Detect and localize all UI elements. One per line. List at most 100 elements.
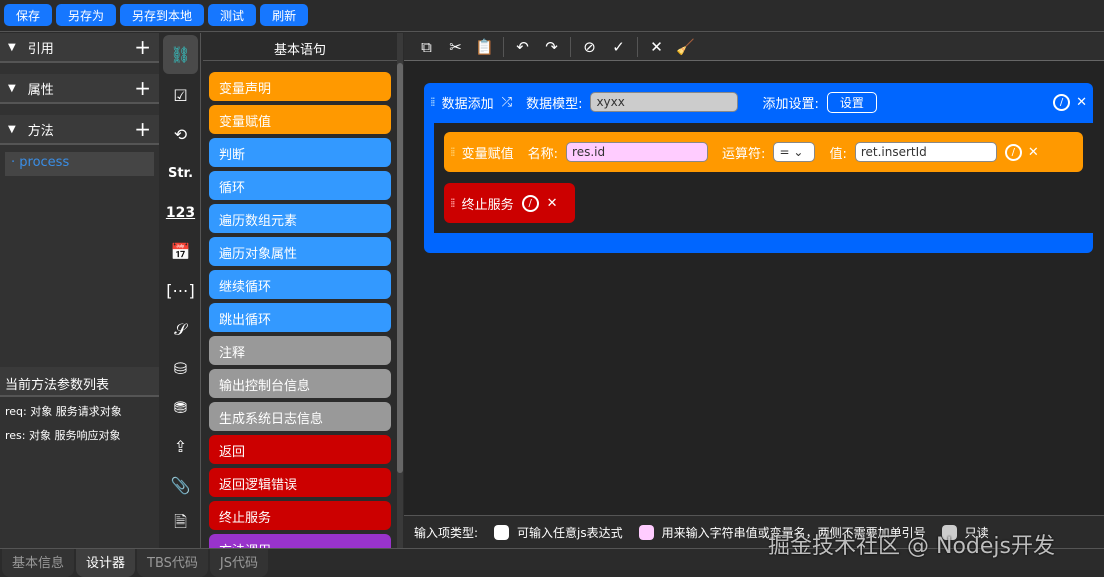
settings-button[interactable]: 设置 (827, 92, 877, 113)
palette-item[interactable]: 跳出循环 (209, 303, 391, 332)
checklist-icon[interactable]: ☑ (161, 76, 200, 115)
edit-icon[interactable]: / (522, 195, 539, 212)
tab-tbs-code[interactable]: TBS代码 (137, 549, 208, 577)
close-icon[interactable]: ✕ (1028, 145, 1039, 160)
block-variable-assign[interactable]: ⁞⁞ 变量赋值 名称: res.id 运算符: = ⌄ 值: ret.inser… (444, 132, 1083, 172)
section-label: 属性 (28, 79, 54, 98)
legend-item: 可输入任意js表达式 (517, 524, 623, 541)
flow-icon[interactable]: ⛓ (163, 35, 198, 74)
legend-label: 输入项类型: (414, 524, 478, 541)
swatch-white (494, 525, 509, 540)
param-item: res: 对象 服务响应对象 (0, 421, 159, 445)
close-icon[interactable]: ✕ (1076, 95, 1087, 110)
block-stop-service[interactable]: ⁞⁞ 终止服务 / ✕ (444, 183, 575, 223)
statement-palette: 基本语句 变量声明变量赋值判断循环遍历数组元素遍历对象属性继续循环跳出循环注释输… (203, 33, 397, 548)
block-data-add[interactable]: ⁞⁞ 数据添加 ⤮ 数据模型: xyxx 添加设置: 设置 / ✕ ⁞⁞ 变量赋值… (424, 83, 1093, 253)
number-icon[interactable]: 123 (161, 193, 200, 232)
palette-item[interactable]: 返回逻辑错误 (209, 468, 391, 497)
block-title: 终止服务 (462, 194, 514, 213)
save-as-button[interactable]: 另存为 (56, 4, 116, 26)
palette-item[interactable]: 生成系统日志信息 (209, 402, 391, 431)
calendar-icon[interactable]: 📅 (161, 232, 200, 271)
palette-item[interactable]: 终止服务 (209, 501, 391, 530)
tab-basic-info[interactable]: 基本信息 (2, 549, 74, 577)
caret-down-icon: ▼ (8, 83, 16, 94)
check-icon[interactable]: ✓ (604, 38, 633, 56)
palette-scrollbar[interactable] (397, 33, 403, 548)
add-icon[interactable]: + (134, 35, 151, 59)
shuffle-icon[interactable]: ⤮ (502, 95, 512, 110)
drag-handle-icon[interactable]: ⁞⁞ (430, 95, 434, 109)
document-icon[interactable]: 🗎 (161, 505, 200, 544)
save-local-button[interactable]: 另存到本地 (120, 4, 204, 26)
operator-select[interactable]: = ⌄ (773, 142, 815, 162)
model-label: 数据模型: (526, 93, 582, 112)
palette-item[interactable]: 输出控制台信息 (209, 369, 391, 398)
add-icon[interactable]: + (134, 76, 151, 100)
section-label: 方法 (28, 120, 54, 139)
tab-designer[interactable]: 设计器 (76, 549, 135, 577)
test-button[interactable]: 测试 (208, 4, 256, 26)
palette-title: 基本语句 (203, 33, 397, 61)
clear-icon[interactable]: 🧹 (671, 38, 700, 56)
copy-icon[interactable]: ⧉ (412, 38, 441, 56)
paperclip-icon[interactable]: 📎 (161, 466, 200, 505)
loop-icon[interactable]: ⟲ (161, 115, 200, 154)
palette-item[interactable]: 变量赋值 (209, 105, 391, 134)
undo-icon[interactable]: ↶ (508, 38, 537, 56)
swatch-pink (639, 525, 654, 540)
palette-item[interactable]: 方法调用 (209, 534, 391, 548)
top-toolbar: 保存 另存为 另存到本地 测试 刷新 (0, 0, 1104, 32)
delete-icon[interactable]: ✕ (642, 38, 671, 56)
palette-item[interactable]: 注释 (209, 336, 391, 365)
palette-item[interactable]: 判断 (209, 138, 391, 167)
edit-icon[interactable]: ⊘ (575, 38, 604, 56)
block-title: 数据添加 (442, 93, 494, 112)
left-panel: ▼ 引用 + ▼ 属性 + ▼ 方法 + · process 当前方法参数列表 req: 对… (0, 33, 159, 548)
cut-icon[interactable]: ✂ (441, 38, 470, 56)
operator-label: 运算符: (722, 143, 765, 162)
operator-value: = (779, 145, 789, 159)
edit-icon[interactable]: / (1005, 144, 1022, 161)
section-label: 引用 (28, 38, 54, 57)
watermark: 掘金技术社区 @ Nodejs开发 (768, 528, 1055, 560)
drag-handle-icon[interactable]: ⁞⁞ (450, 145, 454, 159)
block-title: 变量赋值 (462, 143, 514, 162)
method-item-process[interactable]: · process (5, 152, 154, 176)
section-references[interactable]: ▼ 引用 + (0, 33, 159, 63)
caret-down-icon: ▼ (8, 124, 16, 135)
settings-label: 添加设置: (762, 93, 818, 112)
add-icon[interactable]: + (134, 117, 151, 141)
database-icon[interactable]: ⛁ (161, 349, 200, 388)
palette-item[interactable]: 循环 (209, 171, 391, 200)
script-icon[interactable]: 𝒮 (161, 310, 200, 349)
value-input[interactable]: ret.insertId (855, 142, 997, 162)
params-panel: 当前方法参数列表 req: 对象 服务请求对象 res: 对象 服务响应对象 (0, 367, 159, 445)
paste-icon[interactable]: 📋 (470, 38, 499, 56)
block-body: ⁞⁞ 变量赋值 名称: res.id 运算符: = ⌄ 值: ret.inser… (434, 123, 1093, 233)
section-methods[interactable]: ▼ 方法 + (0, 115, 159, 145)
caret-down-icon: ▼ (8, 42, 16, 53)
edit-icon[interactable]: / (1053, 94, 1070, 111)
redo-icon[interactable]: ↷ (537, 38, 566, 56)
palette-item[interactable]: 遍历对象属性 (209, 237, 391, 266)
export-icon[interactable]: ⇪ (161, 427, 200, 466)
canvas-toolbar: ⧉✂📋 ↶↷ ⊘✓ ✕🧹 (404, 33, 1104, 61)
refresh-button[interactable]: 刷新 (260, 4, 308, 26)
tab-js-code[interactable]: JS代码 (210, 549, 268, 577)
save-button[interactable]: 保存 (4, 4, 52, 26)
brackets-icon[interactable]: [⋯] (161, 271, 200, 310)
design-canvas: ⧉✂📋 ↶↷ ⊘✓ ✕🧹 ⁞⁞ 数据添加 ⤮ 数据模型: xyxx 添加设置: … (404, 33, 1104, 548)
name-input[interactable]: res.id (566, 142, 708, 162)
drag-handle-icon[interactable]: ⁞⁞ (450, 196, 454, 210)
close-icon[interactable]: ✕ (547, 196, 558, 211)
palette-item[interactable]: 继续循环 (209, 270, 391, 299)
palette-item[interactable]: 变量声明 (209, 72, 391, 101)
model-input[interactable]: xyxx (590, 92, 738, 112)
database-lightning-icon[interactable]: ⛃ (161, 388, 200, 427)
palette-item[interactable]: 遍历数组元素 (209, 204, 391, 233)
params-title: 当前方法参数列表 (0, 367, 159, 397)
palette-item[interactable]: 返回 (209, 435, 391, 464)
section-properties[interactable]: ▼ 属性 + (0, 74, 159, 104)
string-icon[interactable]: Str. (161, 154, 200, 193)
